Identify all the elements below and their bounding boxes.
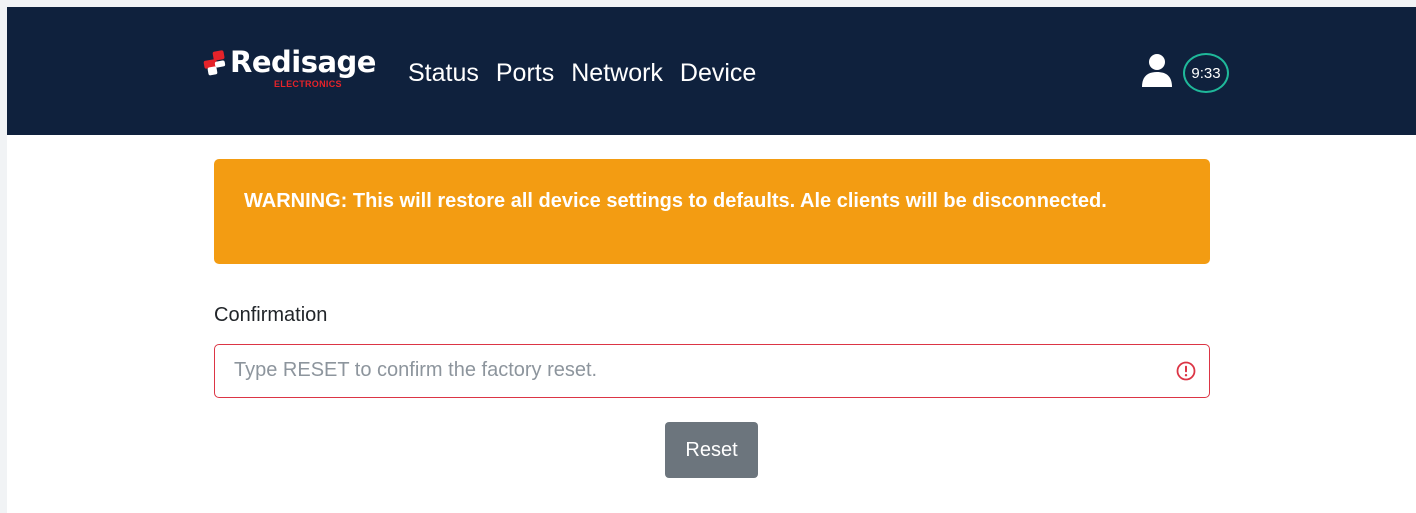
nav-device[interactable]: Device <box>680 59 756 88</box>
nav-status[interactable]: Status <box>408 59 479 88</box>
brand-name: Redisage <box>230 45 376 79</box>
main-nav: Status Ports Network Device <box>408 59 756 88</box>
confirmation-label: Confirmation <box>214 304 328 326</box>
confirmation-field <box>214 344 1210 398</box>
brand-logo[interactable]: Redisage ELECTRONICS <box>202 45 392 95</box>
reset-button[interactable]: Reset <box>665 422 758 478</box>
user-icon[interactable] <box>1140 53 1174 87</box>
brand-subtitle: ELECTRONICS <box>274 79 342 89</box>
confirmation-input[interactable] <box>215 345 1155 396</box>
session-timer: 9:33 <box>1183 53 1229 93</box>
warning-alert: WARNING: This will restore all device se… <box>214 159 1210 264</box>
nav-network[interactable]: Network <box>571 59 663 88</box>
brand-mark-icon <box>203 50 226 76</box>
alert-circle-icon <box>1176 361 1196 381</box>
top-navbar: Redisage ELECTRONICS Status Ports Networ… <box>7 7 1416 135</box>
nav-ports[interactable]: Ports <box>496 59 554 88</box>
app-window: Redisage ELECTRONICS Status Ports Networ… <box>7 7 1416 513</box>
